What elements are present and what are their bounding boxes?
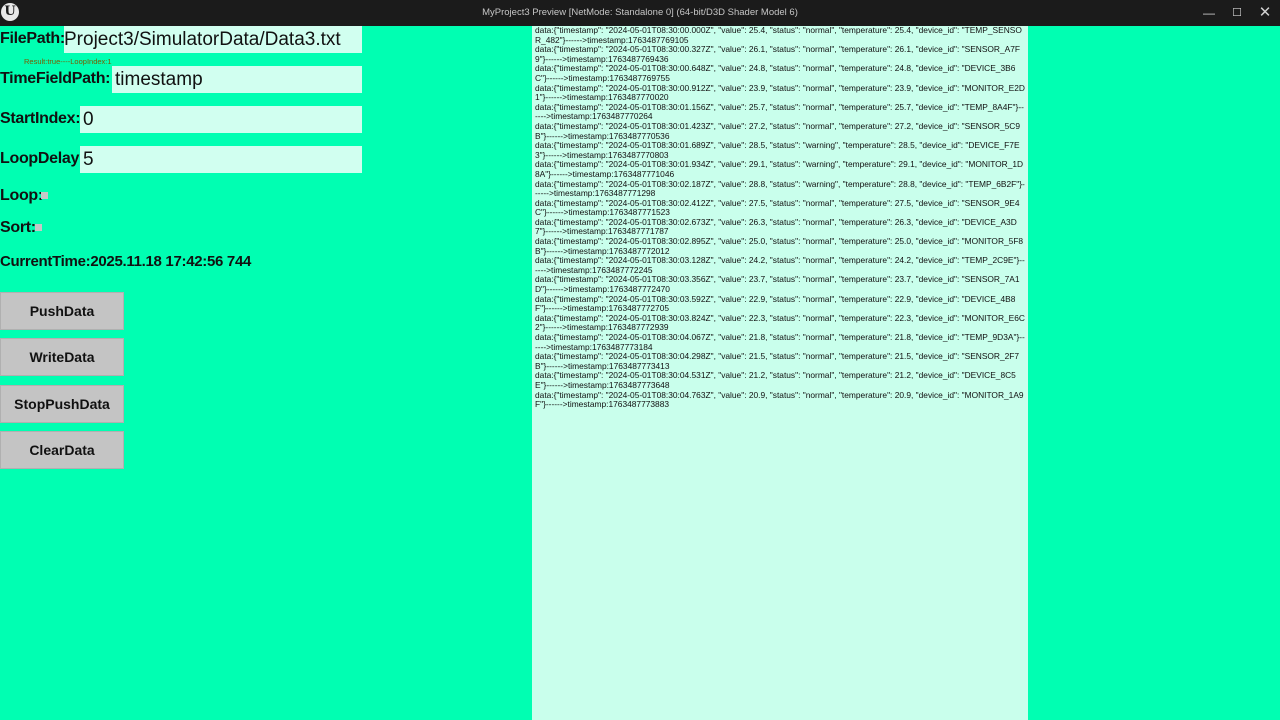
log-entry: data:{"timestamp": "2024-05-01T08:30:00.…: [535, 44, 1020, 64]
minimize-icon[interactable]: —: [1194, 0, 1224, 26]
file-path-label: FilePath:: [0, 30, 65, 47]
loop-label: Loop:: [0, 187, 43, 204]
title-bar: U MyProject3 Preview [NetMode: Standalon…: [0, 0, 1280, 26]
maximize-icon[interactable]: ☐: [1222, 0, 1252, 26]
log-entry: data:{"timestamp": "2024-05-01T08:30:04.…: [535, 389, 1024, 410]
write-data-button[interactable]: WriteData: [0, 338, 124, 376]
loop-delay-input[interactable]: 5: [80, 146, 362, 173]
log-entry: data:{"timestamp": "2024-05-01T08:30:00.…: [535, 63, 1016, 83]
log-entry: data:{"timestamp": "2024-05-01T08:30:02.…: [535, 178, 1025, 199]
time-field-path-label: TimeFieldPath:: [0, 70, 111, 87]
log-entry: data:{"timestamp": "2024-05-01T08:30:02.…: [535, 236, 1024, 256]
clear-data-button[interactable]: ClearData: [0, 431, 124, 469]
start-index-value: 0: [83, 109, 94, 130]
sort-checkbox[interactable]: [35, 224, 42, 231]
current-time-label: CurrentTime:: [0, 253, 91, 270]
log-entry: data:{"timestamp": "2024-05-01T08:30:01.…: [535, 101, 1024, 122]
start-index-input[interactable]: 0: [80, 106, 362, 133]
log-entry: data:{"timestamp": "2024-05-01T08:30:00.…: [535, 82, 1025, 103]
log-entry: data:{"timestamp": "2024-05-01T08:30:01.…: [535, 159, 1024, 179]
time-field-path-input[interactable]: timestamp: [112, 66, 362, 93]
loop-delay-label: LoopDelay:: [0, 150, 85, 167]
close-icon[interactable]: ✕: [1250, 0, 1280, 26]
stop-push-data-button[interactable]: StopPushData: [0, 385, 124, 423]
window-title: MyProject3 Preview [NetMode: Standalone …: [482, 7, 798, 18]
loop-checkbox[interactable]: [41, 192, 48, 199]
loop-delay-value: 5: [83, 149, 94, 170]
push-data-button[interactable]: PushData: [0, 292, 124, 330]
log-entry: data:{"timestamp": "2024-05-01T08:30:02.…: [535, 216, 1017, 237]
log-entry: data:{"timestamp": "2024-05-01T08:30:01.…: [535, 120, 1020, 141]
file-path-value: Project3/SimulatorData/Data3.txt: [64, 29, 341, 50]
log-entry: data:{"timestamp": "2024-05-01T08:30:03.…: [535, 255, 1025, 275]
log-entry: data:{"timestamp": "2024-05-01T08:30:00.…: [535, 26, 1022, 45]
log-entry: data:{"timestamp": "2024-05-01T08:30:04.…: [535, 332, 1025, 352]
time-field-path-value: timestamp: [115, 69, 203, 90]
sort-label: Sort:: [0, 219, 36, 236]
current-time-row: CurrentTime:2025.11.18 17:42:56 744: [0, 253, 251, 270]
log-entry: data:{"timestamp": "2024-05-01T08:30:03.…: [535, 274, 1020, 295]
log-entry: data:{"timestamp": "2024-05-01T08:30:02.…: [535, 197, 1020, 218]
file-path-input[interactable]: Project3/SimulatorData/Data3.txt: [64, 26, 362, 53]
log-entry: data:{"timestamp": "2024-05-01T08:30:04.…: [535, 370, 1016, 390]
log-entry: data:{"timestamp": "2024-05-01T08:30:04.…: [535, 351, 1020, 371]
current-time-value: 2025.11.18 17:42:56 744: [90, 253, 252, 270]
log-entry: data:{"timestamp": "2024-05-01T08:30:03.…: [535, 293, 1016, 314]
log-panel[interactable]: data:{"timestamp": "2024-05-01T08:30:00.…: [532, 26, 1028, 720]
result-text: Result:true----LoopIndex:1: [24, 57, 112, 66]
start-index-label: StartIndex:: [0, 110, 81, 127]
log-entry: data:{"timestamp": "2024-05-01T08:30:01.…: [535, 140, 1020, 160]
log-entry: data:{"timestamp": "2024-05-01T08:30:03.…: [535, 312, 1025, 333]
